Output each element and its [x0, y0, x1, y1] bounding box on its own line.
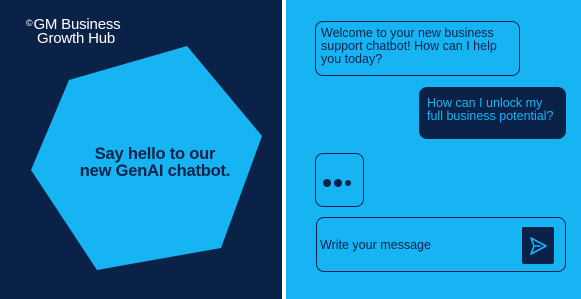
chat-panel: Welcome to your new business support cha… [286, 0, 581, 299]
bot-message-line3: you today? [321, 52, 383, 66]
brand-name-line2: Growth Hub [37, 30, 116, 47]
send-button[interactable] [522, 227, 554, 264]
send-arrow-icon [530, 236, 547, 255]
message-input[interactable] [320, 236, 510, 254]
message-composer [316, 217, 566, 272]
user-message-line2: full business potential? [427, 109, 554, 123]
brand-logo: ©GM Business Growth Hub [26, 16, 121, 47]
typing-dot [345, 180, 351, 186]
promo-tagline: Say hello to our new GenAI chatbot. [70, 146, 240, 180]
typing-dot [334, 179, 342, 187]
promo-panel: ©GM Business Growth Hub Say hello to our… [0, 0, 282, 299]
tagline-line1: Say hello to our [94, 145, 216, 163]
bot-message-bubble: Welcome to your new business support cha… [315, 21, 520, 76]
typing-indicator [315, 153, 364, 207]
typing-dot [323, 179, 331, 187]
logo-mark-icon: © [26, 18, 33, 28]
tagline-line2: new GenAI chatbot. [79, 162, 231, 180]
user-message-bubble: How can I unlock my full business potent… [419, 87, 566, 139]
